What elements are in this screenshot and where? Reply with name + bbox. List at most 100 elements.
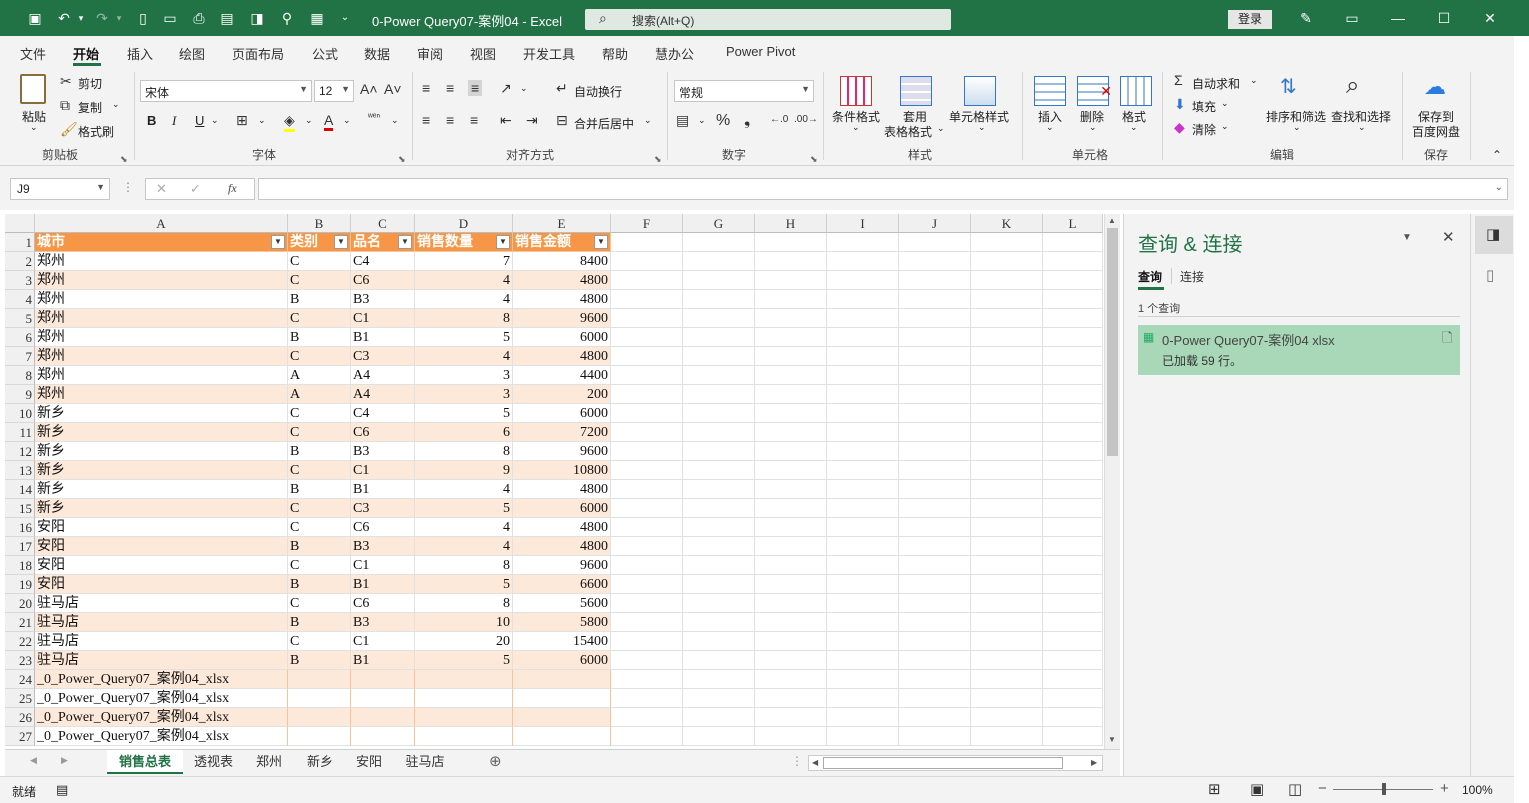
table-cell[interactable]: A4	[351, 366, 415, 385]
row-header[interactable]: 24	[5, 670, 35, 689]
table-cell[interactable]: 3	[415, 366, 513, 385]
empty-cell[interactable]	[899, 423, 971, 442]
empty-cell[interactable]	[971, 651, 1043, 670]
empty-cell[interactable]	[827, 670, 899, 689]
column-header-K[interactable]: K	[971, 214, 1043, 233]
delete-dropdown-icon[interactable]: ⌄	[1089, 122, 1097, 133]
empty-cell[interactable]	[611, 575, 683, 594]
table-header-cell[interactable]: 类别 ▼	[288, 233, 351, 252]
decrease-decimal-icon[interactable]: .00→	[794, 114, 818, 125]
empty-cell[interactable]	[971, 271, 1043, 290]
table-cell[interactable]: 郑州	[35, 385, 288, 404]
table-cell[interactable]: 8	[415, 309, 513, 328]
align-top-icon[interactable]: ≡	[422, 80, 430, 96]
next-sheet-icon[interactable]: ▶	[61, 755, 68, 766]
table-cell[interactable]: 4800	[513, 518, 611, 537]
clipboard-launcher-icon[interactable]: ⬊	[120, 154, 128, 165]
tab-power-pivot[interactable]: Power Pivot	[726, 44, 795, 59]
empty-cell[interactable]	[1043, 366, 1103, 385]
empty-cell[interactable]	[971, 670, 1043, 689]
empty-cell[interactable]	[755, 594, 827, 613]
underline-button[interactable]: U	[195, 113, 204, 128]
table-cell[interactable]: C	[288, 518, 351, 537]
column-header-G[interactable]: G	[683, 214, 755, 233]
column-header-F[interactable]: F	[611, 214, 683, 233]
row-header[interactable]: 8	[5, 366, 35, 385]
empty-cell[interactable]	[827, 708, 899, 727]
table-cell[interactable]: 郑州	[35, 366, 288, 385]
format-as-table-button[interactable]: 表格格式	[884, 123, 932, 140]
table-cell[interactable]: 郑州	[35, 328, 288, 347]
table-cell[interactable]: 郑州	[35, 290, 288, 309]
empty-cell[interactable]	[1043, 252, 1103, 271]
table-cell[interactable]: B	[288, 651, 351, 670]
row-header[interactable]: 5	[5, 309, 35, 328]
table-cell[interactable]: A	[288, 385, 351, 404]
empty-cell[interactable]	[899, 651, 971, 670]
table-cell[interactable]: B1	[351, 651, 415, 670]
zoom-out-icon[interactable]: −	[1318, 780, 1327, 797]
empty-cell[interactable]	[683, 594, 755, 613]
table-cell[interactable]: 5600	[513, 594, 611, 613]
table-cell[interactable]	[513, 708, 611, 727]
name-box[interactable]: J9 ▼	[10, 178, 110, 200]
table-cell[interactable]: B	[288, 480, 351, 499]
format-painter-button[interactable]: 格式刷	[78, 123, 114, 140]
table-cell[interactable]: 安阳	[35, 537, 288, 556]
empty-cell[interactable]	[755, 328, 827, 347]
empty-cell[interactable]	[611, 404, 683, 423]
empty-cell[interactable]	[1043, 556, 1103, 575]
table-cell[interactable]: 10800	[513, 461, 611, 480]
empty-cell[interactable]	[899, 632, 971, 651]
table-cell[interactable]: 新乡	[35, 499, 288, 518]
row-header[interactable]: 18	[5, 556, 35, 575]
empty-cell[interactable]	[899, 537, 971, 556]
empty-cell[interactable]	[899, 480, 971, 499]
empty-cell[interactable]	[827, 537, 899, 556]
table-cell[interactable]: C	[288, 461, 351, 480]
save-to-baidu-label-2[interactable]: 百度网盘	[1412, 123, 1460, 140]
table-cell[interactable]: 5	[415, 404, 513, 423]
cancel-icon[interactable]: ✕	[156, 181, 167, 197]
empty-cell[interactable]	[755, 366, 827, 385]
table-cell[interactable]	[513, 670, 611, 689]
row-header[interactable]: 1	[5, 233, 35, 252]
percent-icon[interactable]: %	[716, 112, 730, 130]
empty-cell[interactable]	[755, 708, 827, 727]
pen-icon[interactable]: ✎	[1296, 8, 1316, 28]
undo-dropdown-icon[interactable]: ▾	[72, 9, 90, 27]
table-cell[interactable]: 新乡	[35, 423, 288, 442]
table-cell[interactable]: B1	[351, 480, 415, 499]
merge-dropdown-icon[interactable]: ⌄	[644, 115, 652, 126]
empty-cell[interactable]	[755, 442, 827, 461]
empty-cell[interactable]	[755, 613, 827, 632]
table-cell[interactable]: B	[288, 290, 351, 309]
row-header[interactable]: 21	[5, 613, 35, 632]
empty-cell[interactable]	[827, 689, 899, 708]
empty-cell[interactable]	[827, 727, 899, 746]
undo-icon[interactable]: ↶	[55, 9, 73, 27]
page-layout-view-icon[interactable]: ▣	[1250, 780, 1264, 798]
underline-dropdown-icon[interactable]: ⌄	[211, 115, 219, 126]
table-cell[interactable]: C	[288, 271, 351, 290]
row-header[interactable]: 16	[5, 518, 35, 537]
empty-cell[interactable]	[683, 461, 755, 480]
empty-cell[interactable]	[899, 347, 971, 366]
table-cell[interactable]: 4	[415, 290, 513, 309]
table-cell[interactable]	[415, 670, 513, 689]
prev-sheet-icon[interactable]: ◀	[30, 755, 37, 766]
table-cell[interactable]: B	[288, 328, 351, 347]
empty-cell[interactable]	[611, 233, 683, 252]
empty-cell[interactable]	[971, 233, 1043, 252]
empty-cell[interactable]	[827, 404, 899, 423]
empty-cell[interactable]	[611, 461, 683, 480]
empty-cell[interactable]	[683, 328, 755, 347]
empty-cell[interactable]	[611, 271, 683, 290]
table-cell[interactable]: _0_Power_Query07_案例04_xlsx	[35, 727, 288, 746]
empty-cell[interactable]	[611, 632, 683, 651]
borders-icon[interactable]: ⊞	[236, 112, 248, 129]
filter-icon[interactable]: ⚲	[278, 9, 296, 27]
table-cell[interactable]: C1	[351, 556, 415, 575]
horizontal-scrollbar[interactable]: ◀ ▶	[808, 755, 1103, 771]
empty-cell[interactable]	[683, 404, 755, 423]
